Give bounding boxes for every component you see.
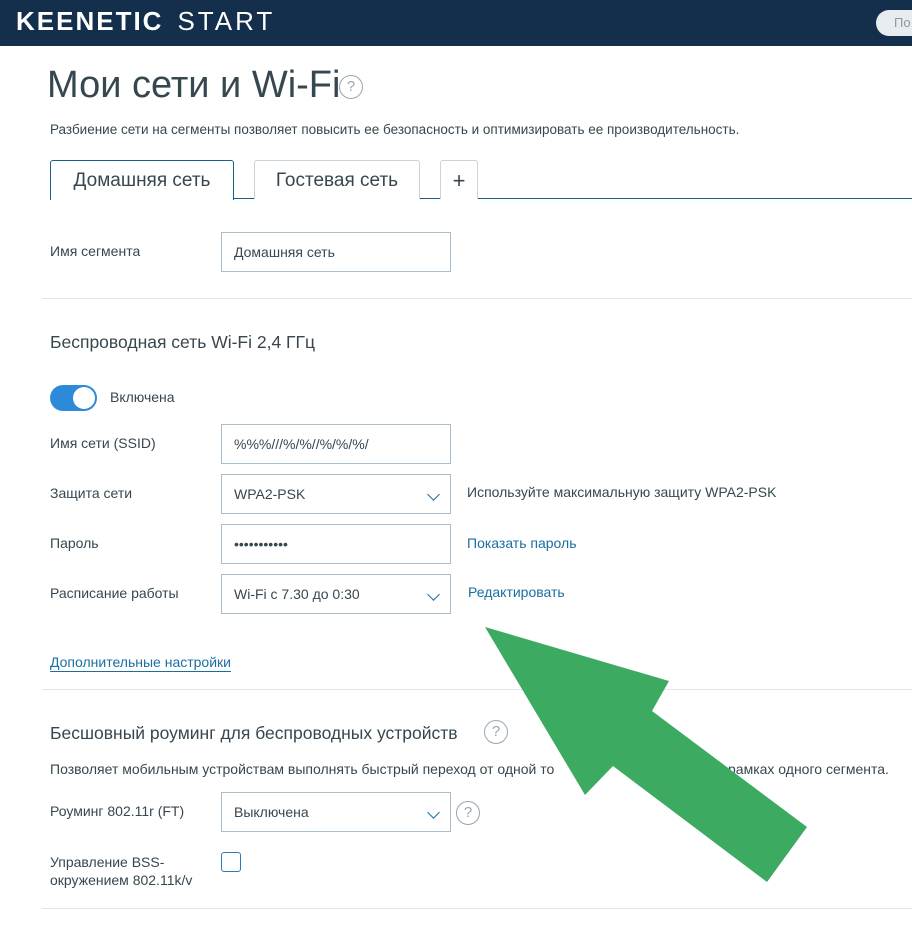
arrow-shape	[485, 627, 807, 882]
green-arrow-annotation	[485, 627, 807, 882]
tab-home-network[interactable]: Домашняя сеть	[50, 160, 234, 200]
